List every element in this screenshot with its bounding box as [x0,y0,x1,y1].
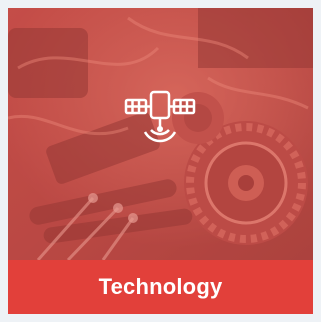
satellite-signal-icon [120,86,200,156]
card-caption-bar[interactable]: Technology [8,260,313,314]
card-title: Technology [98,274,223,299]
card-hero-image [8,8,313,260]
category-card-technology[interactable]: Technology [8,8,313,314]
